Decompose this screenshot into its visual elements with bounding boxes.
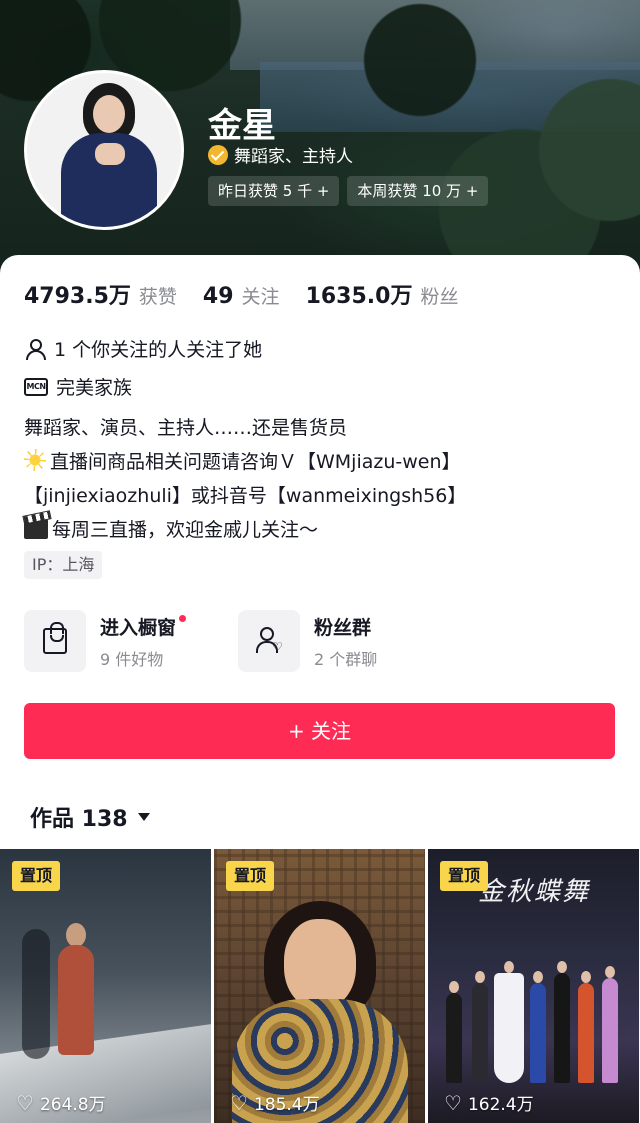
stats-row: 4793.5万 获赞 49 关注 1635.0万 粉丝 <box>24 278 484 310</box>
video-likes: ♡ 162.4万 <box>444 1090 534 1116</box>
notification-dot <box>179 614 187 622</box>
pill-yesterday-likes: 昨日获赞 5 千 + <box>208 176 340 206</box>
video-tile[interactable]: 置顶 ♡ 264.8万 <box>0 849 211 1123</box>
bio-line-2-text: 直播间商品相关问题请咨询Ｖ【WMjiazu-wen】 <box>50 451 461 473</box>
mutual-follow-text: 1 个你关注的人关注了她 <box>54 339 263 361</box>
mcn-icon: MCN <box>24 377 48 396</box>
verified-icon <box>208 144 228 165</box>
video-likes-count: 185.4万 <box>253 1095 320 1115</box>
profile-card: 4793.5万 获赞 49 关注 1635.0万 粉丝 1 个你关注的人关注了她… <box>0 255 640 1123</box>
shop-window-count: 9 件好物 <box>100 649 164 669</box>
bio-line-3: 【jinjiexiaozhuli】或抖音号【wanmeixingsh56】 <box>24 485 467 507</box>
video-tile[interactable]: 金秋蝶舞 置顶 ♡ 162.4万 <box>428 849 639 1123</box>
stat-fans-label: 粉丝 <box>420 286 459 308</box>
bio: 舞蹈家、演员、主持人……还是售货员 直播间商品相关问题请咨询Ｖ【WMjiazu-… <box>24 411 466 547</box>
video-grid: 置顶 ♡ 264.8万 置顶 ♡ 185.4万 金秋蝶舞 置顶 ♡ 162.4万 <box>0 849 640 1123</box>
mcn-row[interactable]: MCN 完美家族 <box>24 373 132 400</box>
bio-line-1: 舞蹈家、演员、主持人……还是售货员 <box>24 417 348 439</box>
bio-line-4: 每周三直播，欢迎金戚儿关注～ <box>24 513 466 547</box>
heart-icon: ♡ <box>230 1090 248 1115</box>
video-likes: ♡ 185.4万 <box>230 1090 320 1116</box>
caret-down-icon <box>137 813 150 821</box>
like-pills: 昨日获赞 5 千 + 本周获赞 10 万 + <box>208 176 489 206</box>
stat-likes-value: 4793.5万 <box>24 284 131 309</box>
stat-following-value: 49 <box>202 284 234 309</box>
mcn-label: 完美家族 <box>56 377 133 399</box>
stat-fans[interactable]: 1635.0万 粉丝 <box>306 278 459 310</box>
profile-name: 金星 <box>208 106 276 146</box>
fans-group-title: 粉丝群 <box>314 616 372 639</box>
pinned-badge: 置顶 <box>226 861 275 891</box>
works-tab[interactable]: 作品 138 <box>30 801 150 833</box>
pinned-badge: 置顶 <box>440 861 489 891</box>
heart-icon: ♡ <box>16 1090 34 1115</box>
bio-line-4-text: 每周三直播，欢迎金戚儿关注～ <box>52 519 319 541</box>
clapperboard-icon <box>24 519 48 539</box>
person-icon <box>24 338 46 360</box>
verified-row: 舞蹈家、主持人 <box>208 142 353 167</box>
video-likes: ♡ 264.8万 <box>16 1090 106 1116</box>
stat-following[interactable]: 49 关注 <box>203 282 280 309</box>
stat-fans-value: 1635.0万 <box>305 284 413 309</box>
shopping-bag-icon <box>43 622 67 654</box>
stat-following-label: 关注 <box>241 286 280 308</box>
ip-location-badge: IP：上海 <box>24 551 103 579</box>
star-emoji-icon <box>24 449 46 471</box>
heart-icon: ♡ <box>444 1090 462 1115</box>
pill-week-likes: 本周获赞 10 万 + <box>347 176 489 206</box>
fans-group-entry[interactable]: ♡ 粉丝群 2 个群聊 <box>238 610 377 672</box>
bio-line-2: 直播间商品相关问题请咨询Ｖ【WMjiazu-wen】 <box>24 445 466 479</box>
stat-likes[interactable]: 4793.5万 获赞 <box>24 278 177 310</box>
avatar[interactable] <box>24 70 184 230</box>
stat-likes-label: 获赞 <box>138 286 177 308</box>
shop-window-entry[interactable]: 进入橱窗 9 件好物 <box>24 610 187 672</box>
profile-header-banner: 金星 舞蹈家、主持人 昨日获赞 5 千 + 本周获赞 10 万 + <box>0 0 640 290</box>
fans-group-icon: ♡ <box>256 627 284 655</box>
video-overlay-title: 金秋蝶舞 <box>478 877 591 907</box>
works-label: 作品 138 <box>30 807 128 832</box>
video-likes-count: 162.4万 <box>467 1095 534 1115</box>
follow-button[interactable]: + 关注 <box>24 703 615 759</box>
video-tile[interactable]: 置顶 ♡ 185.4万 <box>214 849 425 1123</box>
mutual-follow-row[interactable]: 1 个你关注的人关注了她 <box>24 335 262 362</box>
video-likes-count: 264.8万 <box>39 1095 106 1115</box>
pinned-badge: 置顶 <box>12 861 61 891</box>
verified-label: 舞蹈家、主持人 <box>234 147 353 167</box>
fans-group-count: 2 个群聊 <box>314 649 378 669</box>
shop-window-title: 进入橱窗 <box>100 616 177 639</box>
